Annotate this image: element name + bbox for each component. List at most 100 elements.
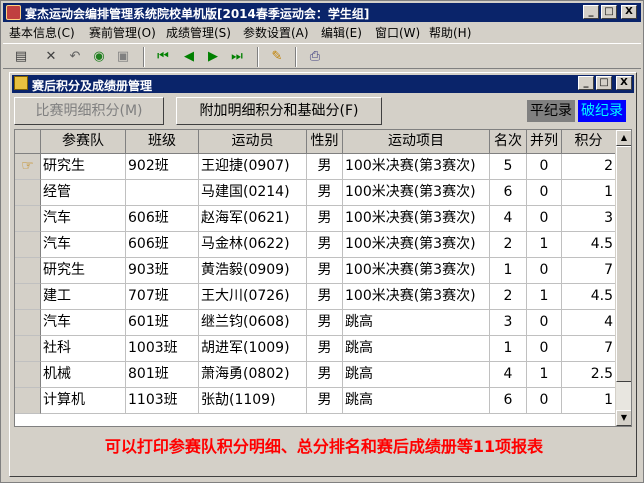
column-header-gender[interactable]: 性别 (307, 130, 343, 154)
cell-event[interactable]: 跳高 (343, 310, 490, 336)
menu-basic-info[interactable]: 基本信息(C) (9, 24, 75, 41)
child-close-button[interactable]: X (616, 76, 632, 90)
cell-class[interactable]: 902班 (126, 154, 199, 180)
cell-score[interactable]: 2.5 (562, 362, 616, 388)
cell-team[interactable]: 建工 (41, 284, 126, 310)
table-row[interactable]: 经管 马建国(0214) 男 100米决赛(第3赛次) 6 0 1 (15, 180, 616, 206)
scroll-thumb[interactable] (616, 146, 631, 382)
cell-athlete[interactable]: 赵海军(0621) (199, 206, 307, 232)
cell-team[interactable]: 计算机 (41, 388, 126, 414)
cell-rank[interactable]: 6 (490, 388, 527, 414)
vertical-scrollbar[interactable]: ▲ ▼ (615, 130, 631, 426)
cell-rank[interactable]: 4 (490, 206, 527, 232)
cell-gender[interactable]: 男 (307, 388, 343, 414)
cell-athlete[interactable]: 继兰钧(0608) (199, 310, 307, 336)
cell-rank[interactable]: 2 (490, 284, 527, 310)
cell-athlete[interactable]: 马建国(0214) (199, 180, 307, 206)
table-row[interactable]: 社科 1003班 胡进军(1009) 男 跳高 1 0 7 (15, 336, 616, 362)
cell-team[interactable]: 汽车 (41, 232, 126, 258)
table-row[interactable]: ☞ 研究生 902班 王迎捷(0907) 男 100米决赛(第3赛次) 5 0 … (15, 154, 616, 180)
scroll-down-icon[interactable]: ▼ (616, 410, 631, 426)
column-header-team[interactable]: 参赛队 (41, 130, 126, 154)
title-bar[interactable]: 宴杰运动会编排管理系统院校单机版[2014春季运动会：学生组] _ □ X (3, 3, 641, 22)
column-header-rank[interactable]: 名次 (490, 130, 527, 154)
cell-tie[interactable]: 0 (527, 154, 562, 180)
child-title-bar[interactable]: 赛后积分及成绩册管理 _ □ X (12, 75, 634, 93)
table-row[interactable]: 计算机 1103班 张劼(1109) 男 跳高 6 0 1 (15, 388, 616, 414)
cell-event[interactable]: 跳高 (343, 388, 490, 414)
column-header-score[interactable]: 积分 (562, 130, 616, 154)
cell-tie[interactable]: 0 (527, 206, 562, 232)
delete-icon[interactable]: ✕ (41, 47, 61, 67)
extra-detail-score-button[interactable]: 附加明细积分和基础分(F) (176, 97, 382, 125)
minimize-button[interactable]: _ (583, 5, 599, 19)
cell-class[interactable]: 1003班 (126, 336, 199, 362)
cell-tie[interactable]: 0 (527, 336, 562, 362)
compare-detail-score-button[interactable]: 比赛明细积分(M) (14, 97, 164, 125)
cell-team[interactable]: 社科 (41, 336, 126, 362)
cell-score[interactable]: 1 (562, 180, 616, 206)
maximize-button[interactable]: □ (601, 5, 617, 19)
menu-score[interactable]: 成绩管理(S) (166, 24, 231, 41)
cell-class[interactable] (126, 180, 199, 206)
cell-event[interactable]: 100米决赛(第3赛次) (343, 154, 490, 180)
prev-record-icon[interactable]: ◀ (179, 47, 199, 67)
cell-rank[interactable]: 3 (490, 310, 527, 336)
menu-settings[interactable]: 参数设置(A) (243, 24, 309, 41)
cell-gender[interactable]: 男 (307, 154, 343, 180)
table-row[interactable]: 研究生 903班 黄浩毅(0909) 男 100米决赛(第3赛次) 1 0 7 (15, 258, 616, 284)
menu-edit[interactable]: 编辑(E) (321, 24, 362, 41)
cell-rank[interactable]: 1 (490, 258, 527, 284)
cell-team[interactable]: 经管 (41, 180, 126, 206)
cell-athlete[interactable]: 马金林(0622) (199, 232, 307, 258)
save-icon[interactable]: ▣ (113, 47, 133, 67)
menu-window[interactable]: 窗口(W) (375, 24, 420, 41)
cell-tie[interactable]: 1 (527, 362, 562, 388)
cell-rank[interactable]: 1 (490, 336, 527, 362)
first-record-icon[interactable]: ⏮ (153, 47, 173, 67)
column-header-athlete[interactable]: 运动员 (199, 130, 307, 154)
print-preview-icon[interactable]: ◉ (89, 47, 109, 67)
cell-gender[interactable]: 男 (307, 180, 343, 206)
cell-event[interactable]: 100米决赛(第3赛次) (343, 258, 490, 284)
cell-athlete[interactable]: 王迎捷(0907) (199, 154, 307, 180)
cell-class[interactable]: 903班 (126, 258, 199, 284)
cell-score[interactable]: 7 (562, 336, 616, 362)
cell-gender[interactable]: 男 (307, 232, 343, 258)
scroll-up-icon[interactable]: ▲ (616, 130, 631, 146)
cell-event[interactable]: 100米决赛(第3赛次) (343, 284, 490, 310)
cell-rank[interactable]: 2 (490, 232, 527, 258)
cell-tie[interactable]: 0 (527, 180, 562, 206)
cell-rank[interactable]: 4 (490, 362, 527, 388)
cell-class[interactable]: 1103班 (126, 388, 199, 414)
cell-team[interactable]: 机械 (41, 362, 126, 388)
last-record-icon[interactable]: ⏭ (227, 47, 247, 67)
column-header-tie[interactable]: 并列 (527, 130, 562, 154)
cell-event[interactable]: 100米决赛(第3赛次) (343, 206, 490, 232)
table-row[interactable]: 汽车 606班 马金林(0622) 男 100米决赛(第3赛次) 2 1 4.5 (15, 232, 616, 258)
cell-team[interactable]: 研究生 (41, 154, 126, 180)
cell-score[interactable]: 4.5 (562, 284, 616, 310)
cell-athlete[interactable]: 胡进军(1009) (199, 336, 307, 362)
new-icon[interactable]: ▤ (11, 47, 31, 67)
table-row[interactable]: 建工 707班 王大川(0726) 男 100米决赛(第3赛次) 2 1 4.5 (15, 284, 616, 310)
cell-score[interactable]: 4.5 (562, 232, 616, 258)
cell-team[interactable]: 汽车 (41, 310, 126, 336)
column-header-class[interactable]: 班级 (126, 130, 199, 154)
cell-athlete[interactable]: 黄浩毅(0909) (199, 258, 307, 284)
cell-gender[interactable]: 男 (307, 206, 343, 232)
cell-rank[interactable]: 5 (490, 154, 527, 180)
cell-team[interactable]: 研究生 (41, 258, 126, 284)
cell-gender[interactable]: 男 (307, 310, 343, 336)
next-record-icon[interactable]: ▶ (203, 47, 223, 67)
cell-team[interactable]: 汽车 (41, 206, 126, 232)
cell-class[interactable]: 606班 (126, 232, 199, 258)
cell-class[interactable]: 606班 (126, 206, 199, 232)
cell-athlete[interactable]: 张劼(1109) (199, 388, 307, 414)
cell-event[interactable]: 100米决赛(第3赛次) (343, 232, 490, 258)
cell-event[interactable]: 跳高 (343, 336, 490, 362)
cell-event[interactable]: 跳高 (343, 362, 490, 388)
cell-score[interactable]: 4 (562, 310, 616, 336)
cell-tie[interactable]: 0 (527, 258, 562, 284)
menu-help[interactable]: 帮助(H) (429, 24, 471, 41)
